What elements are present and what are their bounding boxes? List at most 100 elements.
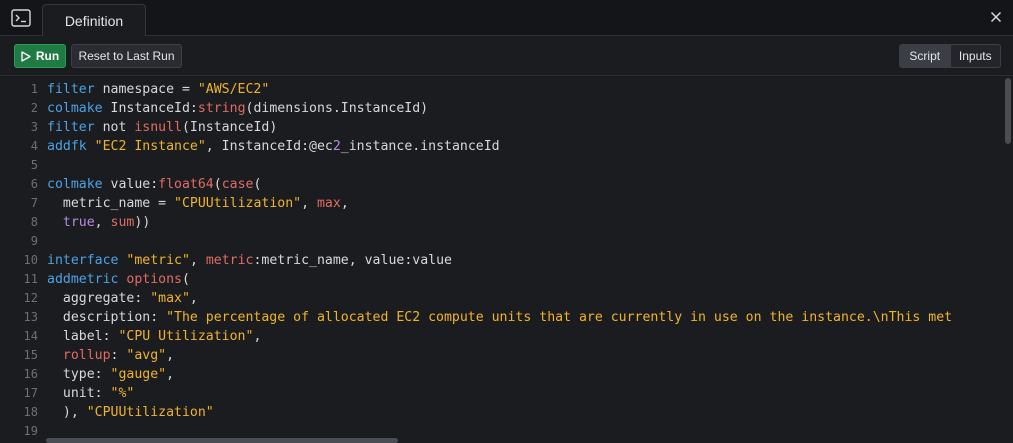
code-token: "EC2 Instance" bbox=[94, 139, 206, 154]
code-token: InstanceId: bbox=[110, 101, 198, 116]
code-token: filter bbox=[47, 82, 103, 97]
line-number: 15 bbox=[23, 348, 38, 362]
line-number: 9 bbox=[30, 234, 38, 248]
code-text: true, sum)) bbox=[47, 213, 150, 232]
code-token: isnull bbox=[134, 120, 182, 135]
code-token: description: bbox=[47, 310, 167, 325]
code-line[interactable]: 15 rollup: "avg", bbox=[0, 346, 1004, 365]
code-token: options bbox=[126, 272, 182, 287]
code-token: unit: bbox=[47, 386, 111, 401]
terminal-icon[interactable] bbox=[8, 6, 34, 30]
code-line[interactable]: 7 metric_name = "CPUUtilization", max, bbox=[0, 194, 1004, 213]
line-number: 1 bbox=[30, 82, 38, 96]
code-token: ( bbox=[181, 272, 190, 287]
code-text: ), "CPUUtilization" bbox=[47, 403, 214, 422]
horizontal-scrollbar[interactable] bbox=[46, 438, 398, 443]
line-number: 12 bbox=[23, 291, 38, 305]
code-token: "The percentage of allocated EC2 compute… bbox=[166, 310, 953, 325]
code-editor[interactable]: 1 filter namespace = "AWS/EC2" 2 colmake In… bbox=[0, 76, 1013, 443]
code-text: addmetric options( bbox=[47, 270, 190, 289]
line-number: 17 bbox=[23, 386, 38, 400]
code-token: "max" bbox=[150, 291, 190, 306]
code-token: :metric_name, value:value bbox=[253, 253, 452, 268]
code-line[interactable]: 11 addmetric options( bbox=[0, 270, 1004, 289]
script-view-button[interactable]: Script bbox=[900, 45, 950, 67]
code-text: aggregate: "max", bbox=[47, 289, 198, 308]
code-token: max bbox=[316, 196, 341, 211]
code-line[interactable]: 5 bbox=[0, 156, 1004, 175]
code-token: addmetric bbox=[47, 272, 127, 287]
code-token: float64 bbox=[158, 177, 214, 192]
code-line[interactable]: 17 unit: "%" bbox=[0, 384, 1004, 403]
code-text: type: "gauge", bbox=[47, 365, 174, 384]
line-number: 14 bbox=[23, 329, 38, 343]
code-token: namespace = bbox=[102, 82, 198, 97]
code-token: case bbox=[221, 177, 254, 192]
code-text: unit: "%" bbox=[47, 384, 134, 403]
code-line[interactable]: 16 type: "gauge", bbox=[0, 365, 1004, 384]
line-number: 10 bbox=[23, 253, 38, 267]
code-text: label: "CPU Utilization", bbox=[47, 327, 262, 346]
code-token: not bbox=[102, 120, 135, 135]
line-number: 18 bbox=[23, 405, 38, 419]
code-token: string bbox=[197, 101, 246, 116]
code-line[interactable]: 12 aggregate: "max", bbox=[0, 289, 1004, 308]
code-text: colmake InstanceId:string(dimensions.Ins… bbox=[47, 99, 428, 118]
code-line[interactable]: 13 description: "The percentage of alloc… bbox=[0, 308, 1004, 327]
run-button[interactable]: Run bbox=[14, 44, 66, 68]
code-line[interactable]: 3 filter not isnull(InstanceId) bbox=[0, 118, 1004, 137]
code-line[interactable]: 6 colmake value:float64(case( bbox=[0, 175, 1004, 194]
play-icon bbox=[21, 50, 31, 62]
code-text: metric_name = "CPUUtilization", max, bbox=[47, 194, 349, 213]
code-token: "CPUUtilization" bbox=[174, 196, 302, 211]
tab-bar: Definition bbox=[0, 0, 1013, 36]
code-token: "gauge" bbox=[110, 367, 167, 382]
code-line[interactable]: 18 ), "CPUUtilization" bbox=[0, 403, 1004, 422]
code-token: "avg" bbox=[126, 348, 167, 363]
code-line[interactable]: 14 label: "CPU Utilization", bbox=[0, 327, 1004, 346]
code-token: rollup bbox=[62, 348, 111, 363]
code-token: interface bbox=[47, 253, 127, 268]
line-number: 5 bbox=[30, 158, 38, 172]
code-token: aggregate: bbox=[47, 291, 151, 306]
code-line[interactable]: 2 colmake InstanceId:string(dimensions.In… bbox=[0, 99, 1004, 118]
close-icon[interactable] bbox=[987, 8, 1005, 26]
code-text: interface "metric", metric:metric_name, … bbox=[47, 251, 452, 270]
code-token: addfk bbox=[47, 139, 95, 154]
code-text: addfk "EC2 Instance", InstanceId:@ec2_in… bbox=[47, 137, 500, 156]
line-number: 19 bbox=[23, 424, 38, 438]
toolbar: Run Reset to Last Run Script Inputs bbox=[0, 36, 1013, 76]
code-token: "CPUUtilization" bbox=[86, 405, 214, 420]
code-line[interactable]: 9 bbox=[0, 232, 1004, 251]
code-line[interactable]: 10 interface "metric", metric:metric_name… bbox=[0, 251, 1004, 270]
code-token: 2 bbox=[332, 139, 341, 154]
code-token: ( bbox=[253, 177, 262, 192]
inputs-view-button[interactable]: Inputs bbox=[949, 45, 1001, 67]
code-token: , bbox=[189, 253, 206, 268]
code-token: , bbox=[301, 196, 317, 211]
code-token: filter bbox=[47, 120, 103, 135]
code-token: , bbox=[166, 367, 175, 382]
line-number: 8 bbox=[30, 215, 38, 229]
code-token: _instance.instanceId bbox=[340, 139, 500, 154]
code-token: ), bbox=[47, 405, 87, 420]
line-number: 6 bbox=[30, 177, 38, 191]
line-number: 4 bbox=[30, 139, 38, 153]
code-line[interactable]: 4 addfk "EC2 Instance", InstanceId:@ec2_i… bbox=[0, 137, 1004, 156]
code-token: (dimensions.InstanceId) bbox=[245, 101, 429, 116]
code-text: filter not isnull(InstanceId) bbox=[47, 118, 277, 137]
line-number: 2 bbox=[30, 101, 38, 115]
reset-to-last-run-button[interactable]: Reset to Last Run bbox=[71, 44, 182, 68]
tab-definition[interactable]: Definition bbox=[42, 4, 146, 36]
code-token: ( bbox=[213, 177, 222, 192]
code-token: : bbox=[110, 348, 127, 363]
line-number: 16 bbox=[23, 367, 38, 381]
vertical-scrollbar[interactable] bbox=[1005, 78, 1011, 144]
code-line[interactable]: 8 true, sum)) bbox=[0, 213, 1004, 232]
code-line[interactable]: 1 filter namespace = "AWS/EC2" bbox=[0, 80, 1004, 99]
line-number: 7 bbox=[30, 196, 38, 210]
code-token: true bbox=[62, 215, 95, 230]
code-token: type: bbox=[47, 367, 111, 382]
